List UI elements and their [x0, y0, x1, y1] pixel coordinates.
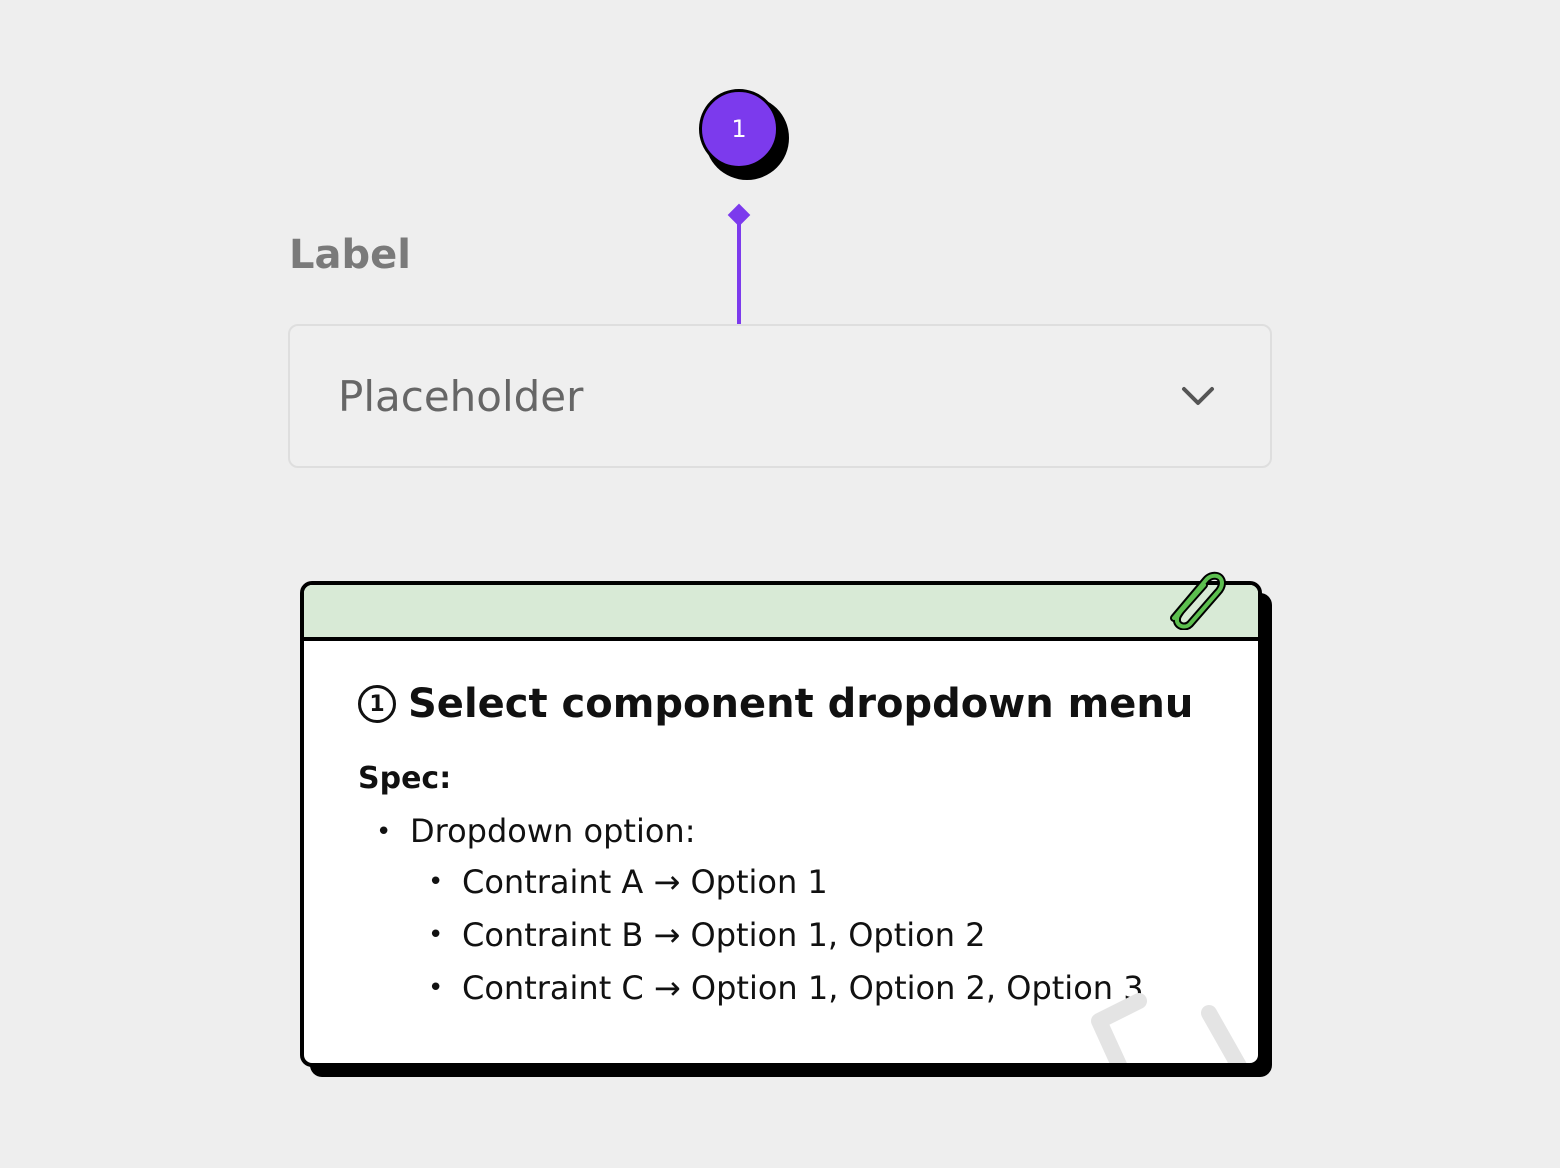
- card-title: 1 Select component dropdown menu: [358, 681, 1204, 727]
- card-header: [304, 585, 1258, 641]
- chevron-down-icon[interactable]: [1180, 384, 1216, 408]
- list-item: Contraint A → Option 1: [410, 862, 1204, 902]
- list-item: Dropdown option: Contraint A → Option 1 …: [358, 812, 1204, 1008]
- field-label: Label: [289, 232, 411, 278]
- select-dropdown[interactable]: Placeholder: [288, 324, 1272, 468]
- pointer-line: [737, 218, 741, 324]
- marker-number: 1: [731, 115, 747, 143]
- spec-list: Dropdown option: Contraint A → Option 1 …: [358, 812, 1204, 1008]
- spec-note-card: 1 Select component dropdown menu Spec: D…: [300, 581, 1262, 1067]
- spec-heading: Spec:: [358, 761, 452, 796]
- paperclip-icon: [1170, 571, 1227, 630]
- canvas: 1 Label Placeholder 1 Select component d…: [0, 0, 1560, 1168]
- sub-list: Contraint A → Option 1 Contraint B → Opt…: [410, 862, 1204, 1008]
- title-number-badge: 1: [358, 685, 396, 723]
- select-placeholder: Placeholder: [338, 371, 584, 421]
- card-body: 1 Select component dropdown menu Spec: D…: [304, 641, 1258, 1063]
- annotation-marker[interactable]: 1: [699, 89, 779, 169]
- list-item-text: Dropdown option:: [410, 812, 696, 850]
- code-brackets-icon: [1091, 993, 1247, 1063]
- list-item: Contraint B → Option 1, Option 2: [410, 915, 1204, 955]
- card-title-text: Select component dropdown menu: [408, 681, 1194, 727]
